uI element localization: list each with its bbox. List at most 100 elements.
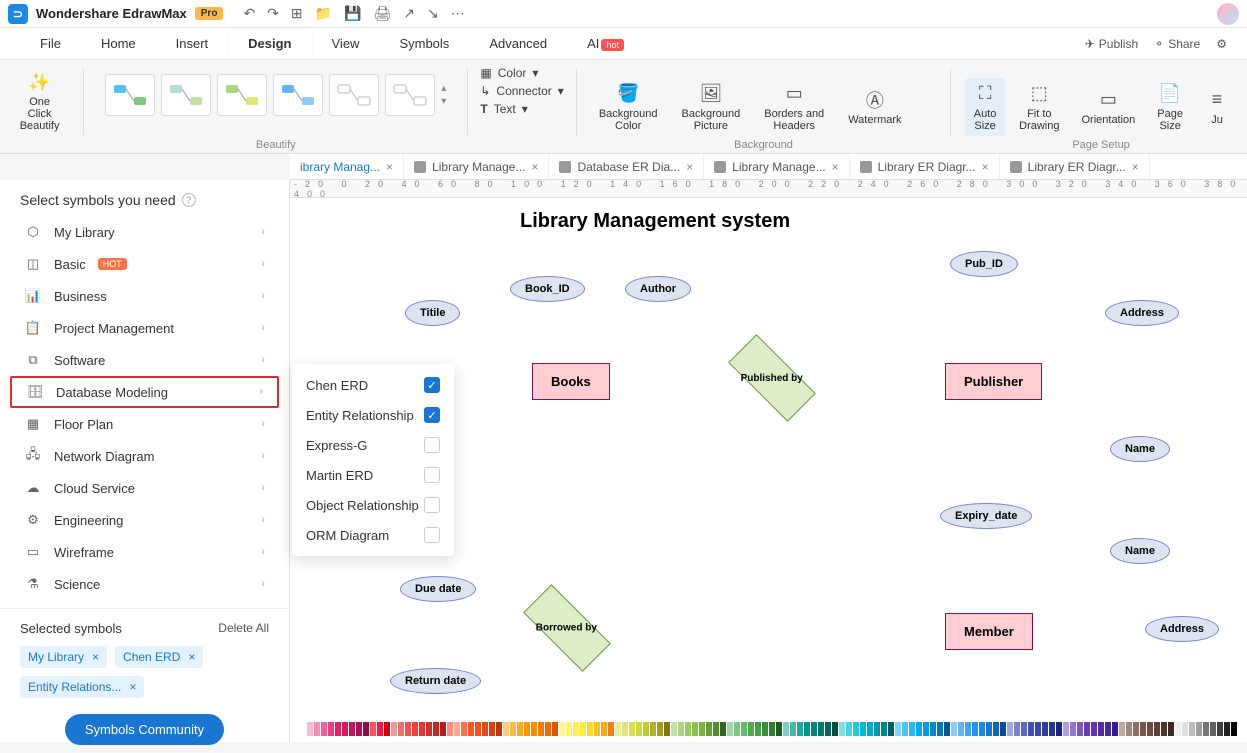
color-swatch[interactable]	[580, 722, 586, 736]
checkbox[interactable]	[424, 497, 440, 513]
color-swatch[interactable]	[405, 722, 411, 736]
color-swatch[interactable]	[545, 722, 551, 736]
color-swatch[interactable]	[1126, 722, 1132, 736]
color-swatch[interactable]	[1028, 722, 1034, 736]
color-swatch[interactable]	[1189, 722, 1195, 736]
theme-swatch-2[interactable]	[161, 74, 211, 116]
color-swatch[interactable]	[475, 722, 481, 736]
color-swatch[interactable]	[769, 722, 775, 736]
checkbox[interactable]: ✓	[424, 407, 440, 423]
symbol-category-engineering[interactable]: ⚙Engineering›	[0, 504, 289, 536]
color-swatch[interactable]	[706, 722, 712, 736]
color-swatch[interactable]	[895, 722, 901, 736]
color-swatch[interactable]	[1203, 722, 1209, 736]
color-swatch[interactable]	[1154, 722, 1160, 736]
color-swatch[interactable]	[328, 722, 334, 736]
rel-borrowed-by[interactable]: Borrowed by	[523, 584, 611, 672]
color-swatch[interactable]	[741, 722, 747, 736]
color-swatch[interactable]	[692, 722, 698, 736]
color-swatch[interactable]	[482, 722, 488, 736]
color-swatch[interactable]	[713, 722, 719, 736]
orientation-button[interactable]: ▭Orientation	[1073, 84, 1143, 130]
color-swatch[interactable]	[1196, 722, 1202, 736]
color-swatch[interactable]	[321, 722, 327, 736]
color-swatch[interactable]	[650, 722, 656, 736]
color-swatch[interactable]	[1021, 722, 1027, 736]
color-swatch[interactable]	[314, 722, 320, 736]
symbol-category-software[interactable]: ⧉Software›	[0, 344, 289, 376]
color-swatch[interactable]	[888, 722, 894, 736]
color-swatch[interactable]	[818, 722, 824, 736]
color-swatch[interactable]	[874, 722, 880, 736]
color-dropdown[interactable]: ▦Color ▾	[480, 66, 563, 80]
symbols-community-button[interactable]: Symbols Community	[65, 714, 224, 745]
connector-dropdown[interactable]: ↳Connector ▾	[480, 84, 563, 98]
color-swatch[interactable]	[825, 722, 831, 736]
color-swatch[interactable]	[1049, 722, 1055, 736]
color-swatch[interactable]	[657, 722, 663, 736]
color-swatch[interactable]	[664, 722, 670, 736]
menu-home[interactable]: Home	[81, 30, 156, 57]
color-swatch[interactable]	[370, 722, 376, 736]
color-swatch[interactable]	[636, 722, 642, 736]
close-icon[interactable]: ×	[1132, 160, 1139, 174]
attr-author[interactable]: Author	[625, 276, 691, 302]
color-swatch[interactable]	[902, 722, 908, 736]
symbol-category-project-management[interactable]: 📋Project Management›	[0, 312, 289, 344]
color-swatch[interactable]	[377, 722, 383, 736]
color-swatch[interactable]	[1014, 722, 1020, 736]
color-swatch[interactable]	[524, 722, 530, 736]
color-swatch[interactable]	[867, 722, 873, 736]
gallery-up-icon[interactable]: ▴	[441, 83, 446, 94]
doc-tab-5[interactable]: Library ER Diagr...×	[850, 154, 1000, 179]
text-dropdown[interactable]: TText ▾	[480, 102, 563, 116]
share-button[interactable]: ⚬Share	[1154, 37, 1200, 51]
color-swatch[interactable]	[860, 722, 866, 736]
color-swatch[interactable]	[426, 722, 432, 736]
color-swatch[interactable]	[986, 722, 992, 736]
color-swatch[interactable]	[335, 722, 341, 736]
color-swatch[interactable]	[1070, 722, 1076, 736]
justify-button[interactable]: ≡Ju	[1197, 84, 1237, 130]
color-swatch[interactable]	[454, 722, 460, 736]
symbol-category-cloud-service[interactable]: ☁Cloud Service›	[0, 472, 289, 504]
attr-name-1[interactable]: Name	[1110, 436, 1170, 462]
flyout-item-express-g[interactable]: Express-G	[292, 430, 454, 460]
close-icon[interactable]: ×	[982, 160, 989, 174]
color-swatch[interactable]	[384, 722, 390, 736]
symbol-category-my-library[interactable]: ⬡My Library›	[0, 216, 289, 248]
doc-tab-3[interactable]: Database ER Dia...×	[549, 154, 704, 179]
color-swatch[interactable]	[699, 722, 705, 736]
bg-picture-button[interactable]: 🖼Background Picture	[674, 78, 749, 136]
color-swatch[interactable]	[440, 722, 446, 736]
entity-publisher[interactable]: Publisher	[945, 363, 1042, 400]
color-swatch[interactable]	[594, 722, 600, 736]
color-swatch[interactable]	[909, 722, 915, 736]
menu-insert[interactable]: Insert	[156, 30, 229, 57]
theme-swatch-1[interactable]	[105, 74, 155, 116]
open-icon[interactable]: 📁	[315, 5, 332, 22]
menu-view[interactable]: View	[312, 30, 380, 57]
color-swatch[interactable]	[916, 722, 922, 736]
color-swatch[interactable]	[1007, 722, 1013, 736]
menu-advanced[interactable]: Advanced	[469, 30, 567, 57]
user-avatar[interactable]	[1217, 3, 1239, 25]
gallery-down-icon[interactable]: ▾	[441, 96, 446, 107]
page-size-button[interactable]: 📄Page Size	[1149, 78, 1191, 136]
color-swatch[interactable]	[559, 722, 565, 736]
color-swatch[interactable]	[300, 722, 306, 736]
doc-tab-1[interactable]: ibrary Manag...×	[290, 154, 404, 179]
color-swatch[interactable]	[622, 722, 628, 736]
color-swatch[interactable]	[349, 722, 355, 736]
color-swatch[interactable]	[832, 722, 838, 736]
color-swatch[interactable]	[587, 722, 593, 736]
color-swatch[interactable]	[608, 722, 614, 736]
checkbox[interactable]	[424, 437, 440, 453]
close-icon[interactable]: ×	[386, 160, 393, 174]
color-swatch[interactable]	[412, 722, 418, 736]
attr-pub-id[interactable]: Pub_ID	[950, 251, 1018, 277]
color-swatch[interactable]	[930, 722, 936, 736]
close-icon[interactable]: ×	[531, 160, 538, 174]
color-swatch[interactable]	[937, 722, 943, 736]
color-swatch[interactable]	[1161, 722, 1167, 736]
